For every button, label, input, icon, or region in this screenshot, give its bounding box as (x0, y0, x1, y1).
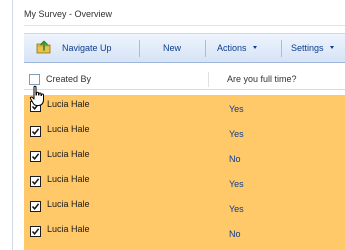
created-by-cell: Lucia Hale (47, 99, 90, 109)
column-header-full-time[interactable]: Are you full time? (227, 74, 297, 84)
full-time-answer-link[interactable]: No (229, 229, 241, 239)
table-row[interactable]: Lucia Hale No (24, 145, 345, 170)
table-row[interactable]: Lucia Hale Yes (24, 195, 345, 220)
table-row[interactable]: Lucia Hale Yes (24, 170, 345, 195)
actions-menu-label: Actions (217, 43, 247, 53)
list-toolbar: Navigate Up New Actions Settings (24, 33, 345, 63)
title-divider (24, 25, 345, 26)
created-by-cell: Lucia Hale (47, 124, 90, 134)
chevron-down-icon (252, 46, 257, 50)
settings-menu[interactable]: Settings (291, 34, 334, 62)
row-checkbox[interactable] (30, 226, 41, 237)
toolbar-separator (281, 40, 282, 57)
folder-up-arrow-icon[interactable] (36, 40, 52, 54)
survey-overview-window: My Survey - Overview Navigate Up New Act… (0, 0, 345, 250)
full-time-answer-link[interactable]: Yes (229, 104, 244, 114)
row-checkbox[interactable] (30, 151, 41, 162)
row-checkbox[interactable] (30, 201, 41, 212)
table-row[interactable]: Lucia Hale Yes (24, 120, 345, 145)
row-checkbox[interactable] (30, 176, 41, 187)
created-by-cell: Lucia Hale (47, 149, 90, 159)
full-time-answer-link[interactable]: Yes (229, 179, 244, 189)
table-row[interactable]: Lucia Hale No (24, 220, 345, 245)
chevron-down-icon (329, 46, 334, 50)
table-row[interactable]: Lucia Hale Yes (24, 95, 345, 120)
navigate-up-button[interactable]: Navigate Up (62, 34, 112, 62)
toolbar-separator (139, 40, 140, 57)
full-time-answer-link[interactable]: No (229, 154, 241, 164)
toolbar-separator (205, 40, 206, 57)
page-title: My Survey - Overview (24, 9, 113, 19)
settings-menu-label: Settings (291, 43, 324, 53)
select-all-checkbox[interactable] (29, 74, 40, 85)
left-navigation-strip (0, 0, 13, 250)
created-by-cell: Lucia Hale (47, 224, 90, 234)
list-header-row: Created By Are you full time? (24, 70, 345, 90)
new-button[interactable]: New (163, 34, 181, 62)
full-time-answer-link[interactable]: Yes (229, 129, 244, 139)
row-checkbox[interactable] (30, 101, 41, 112)
created-by-cell: Lucia Hale (47, 174, 90, 184)
actions-menu[interactable]: Actions (217, 34, 257, 62)
row-checkbox[interactable] (30, 126, 41, 137)
column-divider[interactable] (208, 72, 209, 87)
created-by-cell: Lucia Hale (47, 199, 90, 209)
list-body: Lucia Hale Yes Lucia Hale Yes Lucia Hale… (24, 95, 345, 250)
full-time-answer-link[interactable]: Yes (229, 204, 244, 214)
column-header-created-by[interactable]: Created By (46, 74, 91, 84)
